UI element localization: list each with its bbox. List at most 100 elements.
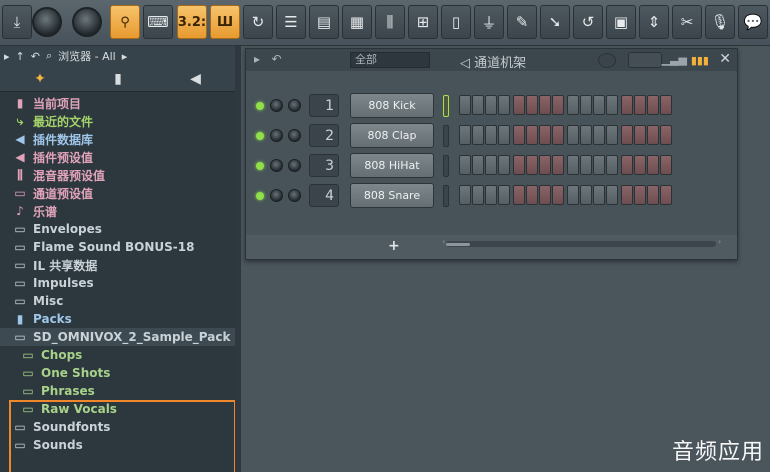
step-button[interactable] — [539, 125, 551, 145]
step-button[interactable] — [634, 125, 646, 145]
download-icon[interactable]: ⤓ — [2, 5, 32, 39]
mixer-track-number[interactable]: 3 — [309, 154, 339, 177]
step-button[interactable] — [567, 95, 579, 115]
typing-keyboard-icon[interactable]: ⌨ — [143, 5, 173, 39]
step-button[interactable] — [580, 95, 592, 115]
step-button[interactable] — [513, 185, 525, 205]
microphone-icon[interactable]: 🎙 — [705, 5, 735, 39]
step-button[interactable] — [526, 155, 538, 175]
mute-led-icon[interactable] — [256, 132, 264, 140]
mute-led-icon[interactable] — [256, 192, 264, 200]
volume-knob[interactable] — [288, 189, 301, 202]
step-button[interactable] — [621, 155, 633, 175]
horizontal-scrollbar[interactable] — [446, 241, 716, 247]
expand-arrow-icon[interactable]: ▸ — [4, 50, 10, 63]
step-button[interactable] — [472, 125, 484, 145]
step-button[interactable] — [498, 125, 510, 145]
help-icon[interactable]: 💬 — [738, 5, 768, 39]
scroll-left-icon[interactable]: ‹ — [442, 237, 445, 246]
browser-title[interactable]: 浏览器 - All — [58, 48, 116, 64]
master-pitch-knob[interactable] — [72, 7, 102, 37]
scroll-right-icon[interactable]: › — [718, 237, 721, 246]
browser-item[interactable]: ▮ 当前项目 — [0, 94, 235, 112]
channel-select-bar[interactable] — [443, 95, 449, 117]
step-button[interactable] — [567, 125, 579, 145]
undo-history-icon[interactable]: ↺ — [573, 5, 603, 39]
back-icon[interactable]: ↶ — [31, 50, 40, 63]
touch-controller-icon[interactable]: ✎ — [507, 5, 537, 39]
channel-name-button[interactable]: 808 HiHat — [350, 153, 434, 178]
tab-files-icon[interactable]: ▮ — [114, 71, 122, 87]
volume-knob[interactable] — [288, 99, 301, 112]
browser-icon[interactable]: ▯ — [441, 5, 471, 39]
mixer-track-number[interactable]: 1 — [309, 94, 339, 117]
metronome-icon[interactable]: ⚲ — [110, 5, 140, 39]
channel-filter-select[interactable]: 全部 — [350, 52, 430, 68]
step-button[interactable] — [552, 95, 564, 115]
mixer-track-number[interactable]: 4 — [309, 184, 339, 207]
step-button[interactable] — [621, 125, 633, 145]
step-button[interactable] — [539, 155, 551, 175]
step-button[interactable] — [526, 125, 538, 145]
step-button[interactable] — [580, 155, 592, 175]
browser-item[interactable]: ▭ IL 共享数据 — [0, 256, 235, 274]
step-button[interactable] — [552, 185, 564, 205]
step-button[interactable] — [593, 95, 605, 115]
browser-item[interactable]: ▭ Impulses — [0, 274, 235, 292]
step-button[interactable] — [513, 125, 525, 145]
step-button[interactable] — [539, 95, 551, 115]
browser-item[interactable]: ▭ Flame Sound BONUS-18 — [0, 238, 235, 256]
browser-item[interactable]: ⤷ 最近的文件 — [0, 112, 235, 130]
step-button[interactable] — [621, 185, 633, 205]
channel-name-button[interactable]: 808 Clap — [350, 123, 434, 148]
step-button[interactable] — [472, 155, 484, 175]
browser-item[interactable]: ◀ 插件数据库 — [0, 130, 235, 148]
browser-item[interactable]: ▭ Soundfonts — [0, 418, 235, 436]
step-button[interactable] — [580, 125, 592, 145]
step-button[interactable] — [498, 185, 510, 205]
step-button[interactable] — [606, 185, 618, 205]
step-button[interactable] — [606, 125, 618, 145]
step-button[interactable] — [485, 155, 497, 175]
master-volume-knob[interactable] — [32, 7, 62, 37]
browser-item[interactable]: ▭ 通道预设值 — [0, 184, 235, 202]
step-button[interactable] — [593, 125, 605, 145]
cpu-icon[interactable]: ✂ — [672, 5, 702, 39]
channel-name-button[interactable]: 808 Snare — [350, 183, 434, 208]
browser-menu-arrow-icon[interactable]: ▸ — [122, 50, 128, 63]
step-button[interactable] — [621, 95, 633, 115]
step-button[interactable] — [580, 185, 592, 205]
step-button[interactable] — [459, 125, 471, 145]
channel-select-bar[interactable] — [443, 185, 449, 207]
mixer-icon[interactable]: ⫼ — [375, 5, 405, 39]
piano-roll-icon[interactable]: ▤ — [309, 5, 339, 39]
step-button[interactable] — [459, 185, 471, 205]
step-button[interactable] — [634, 155, 646, 175]
plugin-database-icon[interactable]: ⏚ — [474, 5, 504, 39]
panel-divider[interactable] — [235, 46, 241, 472]
swing-slider[interactable] — [628, 52, 662, 68]
browser-item[interactable]: ▭ Envelopes — [0, 220, 235, 238]
step-button[interactable] — [485, 95, 497, 115]
step-button[interactable] — [660, 125, 672, 145]
plugin-picker-icon[interactable]: ⊞ — [408, 5, 438, 39]
volume-knob[interactable] — [288, 129, 301, 142]
step-button[interactable] — [513, 95, 525, 115]
step-button[interactable] — [647, 185, 659, 205]
browser-item[interactable]: ⫼ 混音器预设值 — [0, 166, 235, 184]
step-button[interactable] — [498, 155, 510, 175]
step-button[interactable] — [472, 95, 484, 115]
step-edit-icon[interactable]: Ш — [210, 5, 240, 39]
graph-editor-icon[interactable]: ▁▃▅ — [662, 53, 687, 66]
browser-item[interactable]: ♪ 乐谱 — [0, 202, 235, 220]
mute-led-icon[interactable] — [256, 162, 264, 170]
step-button[interactable] — [567, 185, 579, 205]
midi-settings-icon[interactable]: ⇕ — [639, 5, 669, 39]
pan-knob[interactable] — [270, 99, 283, 112]
step-button[interactable] — [606, 155, 618, 175]
channel-rack-titlebar[interactable]: ▸ ↶ 全部 ◁ 通道机架 ▁▃▅ ▮▮▮ ✕ — [246, 49, 737, 71]
scrollbar-thumb[interactable] — [446, 243, 470, 246]
step-button[interactable] — [485, 185, 497, 205]
step-button[interactable] — [647, 155, 659, 175]
step-button[interactable] — [472, 185, 484, 205]
